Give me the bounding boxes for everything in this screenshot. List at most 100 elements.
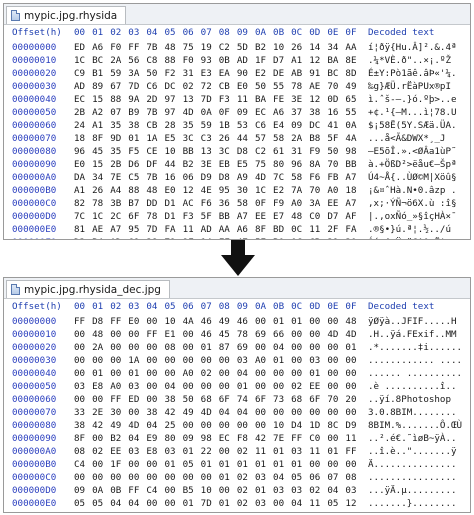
- row-decoded-text[interactable]: ..².é€.˜ìøB~ÿÀ..: [364, 432, 457, 445]
- hex-byte[interactable]: 02: [309, 484, 327, 497]
- hex-byte[interactable]: 06: [309, 471, 327, 484]
- hex-byte[interactable]: 31: [291, 145, 309, 158]
- hex-byte[interactable]: 04: [110, 497, 128, 510]
- hex-byte[interactable]: 75: [183, 41, 201, 54]
- hex-byte[interactable]: 00: [291, 367, 309, 380]
- hex-byte[interactable]: 98: [201, 432, 219, 445]
- hex-byte[interactable]: 03: [237, 354, 255, 367]
- hex-byte[interactable]: 9D: [110, 132, 128, 145]
- hex-byte[interactable]: 00: [146, 315, 164, 328]
- hex-byte[interactable]: 0F: [219, 106, 237, 119]
- hex-byte[interactable]: 90: [237, 67, 255, 80]
- hex-byte[interactable]: 00: [273, 367, 291, 380]
- hex-byte[interactable]: C2: [255, 145, 273, 158]
- hex-byte[interactable]: 0C: [291, 236, 309, 239]
- hex-byte[interactable]: 78: [291, 80, 309, 93]
- hex-byte[interactable]: 41: [110, 510, 128, 512]
- hex-byte[interactable]: 00: [345, 406, 363, 419]
- hex-byte[interactable]: 6F: [128, 210, 146, 223]
- hex-byte[interactable]: E0: [74, 158, 92, 171]
- hex-byte[interactable]: 00: [164, 354, 182, 367]
- hex-byte[interactable]: 80: [273, 158, 291, 171]
- hex-byte[interactable]: F2: [164, 67, 182, 80]
- hex-byte[interactable]: B2: [183, 158, 201, 171]
- hex-byte[interactable]: 38: [146, 406, 164, 419]
- hex-byte[interactable]: 0B: [110, 484, 128, 497]
- row-decoded-text[interactable]: 3.0.8BIM........: [364, 406, 457, 419]
- hex-byte[interactable]: 00: [255, 367, 273, 380]
- hex-byte[interactable]: 9F: [183, 236, 201, 239]
- hex-byte[interactable]: 91: [309, 510, 327, 512]
- hex-byte[interactable]: E2: [273, 184, 291, 197]
- hex-byte[interactable]: 44: [237, 132, 255, 145]
- hex-byte[interactable]: 20: [345, 236, 363, 239]
- hex-byte[interactable]: 04: [237, 367, 255, 380]
- hex-byte[interactable]: 65: [345, 93, 363, 106]
- hex-byte[interactable]: FE: [273, 93, 291, 106]
- hex-byte[interactable]: DC: [309, 119, 327, 132]
- hex-byte[interactable]: C8: [146, 54, 164, 67]
- hex-byte[interactable]: 03: [255, 471, 273, 484]
- hex-byte[interactable]: 67: [110, 80, 128, 93]
- hex-byte[interactable]: D9: [201, 171, 219, 184]
- hex-byte[interactable]: 00: [146, 367, 164, 380]
- hex-byte[interactable]: 04: [291, 497, 309, 510]
- hex-byte[interactable]: FF: [74, 315, 92, 328]
- hex-byte[interactable]: F9: [273, 197, 291, 210]
- hex-byte[interactable]: 04: [146, 419, 164, 432]
- hex-byte[interactable]: 7B: [146, 41, 164, 54]
- hex-byte[interactable]: EE: [327, 197, 345, 210]
- hex-byte[interactable]: 00: [110, 328, 128, 341]
- hex-byte[interactable]: 3C: [219, 145, 237, 158]
- hex-byte[interactable]: 66: [273, 328, 291, 341]
- hex-byte[interactable]: D4: [291, 419, 309, 432]
- hex-byte[interactable]: 78: [237, 328, 255, 341]
- hex-byte[interactable]: 10: [273, 41, 291, 54]
- hex-byte[interactable]: 01: [273, 445, 291, 458]
- hex-byte[interactable]: 49: [345, 80, 363, 93]
- hex-byte[interactable]: 71: [164, 236, 182, 239]
- hex-byte[interactable]: 11: [309, 497, 327, 510]
- row-decoded-text[interactable]: .®§•}ú.­ª¦.½../ú: [364, 223, 451, 236]
- hex-byte[interactable]: 04: [327, 484, 345, 497]
- hex-byte[interactable]: 03: [255, 497, 273, 510]
- hex-byte[interactable]: 02: [237, 471, 255, 484]
- hex-byte[interactable]: 00: [255, 380, 273, 393]
- hex-byte[interactable]: AA: [219, 223, 237, 236]
- hex-byte[interactable]: 48: [164, 41, 182, 54]
- hex-byte[interactable]: 00: [183, 328, 201, 341]
- hex-byte[interactable]: 19: [201, 41, 219, 54]
- hex-byte[interactable]: 00: [128, 406, 146, 419]
- hex-byte[interactable]: 00: [146, 458, 164, 471]
- hex-byte[interactable]: CB: [309, 236, 327, 239]
- hex-byte[interactable]: 96: [291, 158, 309, 171]
- hex-byte[interactable]: 00: [201, 419, 219, 432]
- hex-byte[interactable]: F5: [128, 145, 146, 158]
- hex-byte[interactable]: 00: [327, 315, 345, 328]
- hex-byte[interactable]: 50: [255, 80, 273, 93]
- hex-byte[interactable]: 00: [345, 458, 363, 471]
- hex-byte[interactable]: 00: [291, 341, 309, 354]
- hex-byte[interactable]: A7: [345, 197, 363, 210]
- hex-byte[interactable]: AE: [309, 80, 327, 93]
- hex-byte[interactable]: 35: [110, 145, 128, 158]
- hex-byte[interactable]: 08: [345, 510, 363, 512]
- hex-byte[interactable]: 38: [128, 119, 146, 132]
- hex-byte[interactable]: 00: [74, 328, 92, 341]
- hex-byte[interactable]: 00: [291, 406, 309, 419]
- row-decoded-text[interactable]: ..ÿí.8Photoshop: [364, 393, 457, 406]
- hex-byte[interactable]: 1A: [146, 132, 164, 145]
- row-decoded-text[interactable]: É±Y:Pò1ãê.âÞ«'¼.: [364, 67, 457, 80]
- hex-byte[interactable]: 00: [219, 367, 237, 380]
- hex-byte[interactable]: 00: [110, 341, 128, 354]
- hex-byte[interactable]: E2: [255, 67, 273, 80]
- hex-byte[interactable]: 61: [183, 510, 201, 512]
- hex-byte[interactable]: 03: [309, 354, 327, 367]
- hex-byte[interactable]: B9: [128, 106, 146, 119]
- hex-byte[interactable]: 00: [146, 380, 164, 393]
- hex-byte[interactable]: 12: [309, 54, 327, 67]
- hex-byte[interactable]: 98: [345, 145, 363, 158]
- hex-byte[interactable]: 6F: [219, 393, 237, 406]
- hex-byte[interactable]: 06: [183, 171, 201, 184]
- hex-byte[interactable]: F8: [237, 432, 255, 445]
